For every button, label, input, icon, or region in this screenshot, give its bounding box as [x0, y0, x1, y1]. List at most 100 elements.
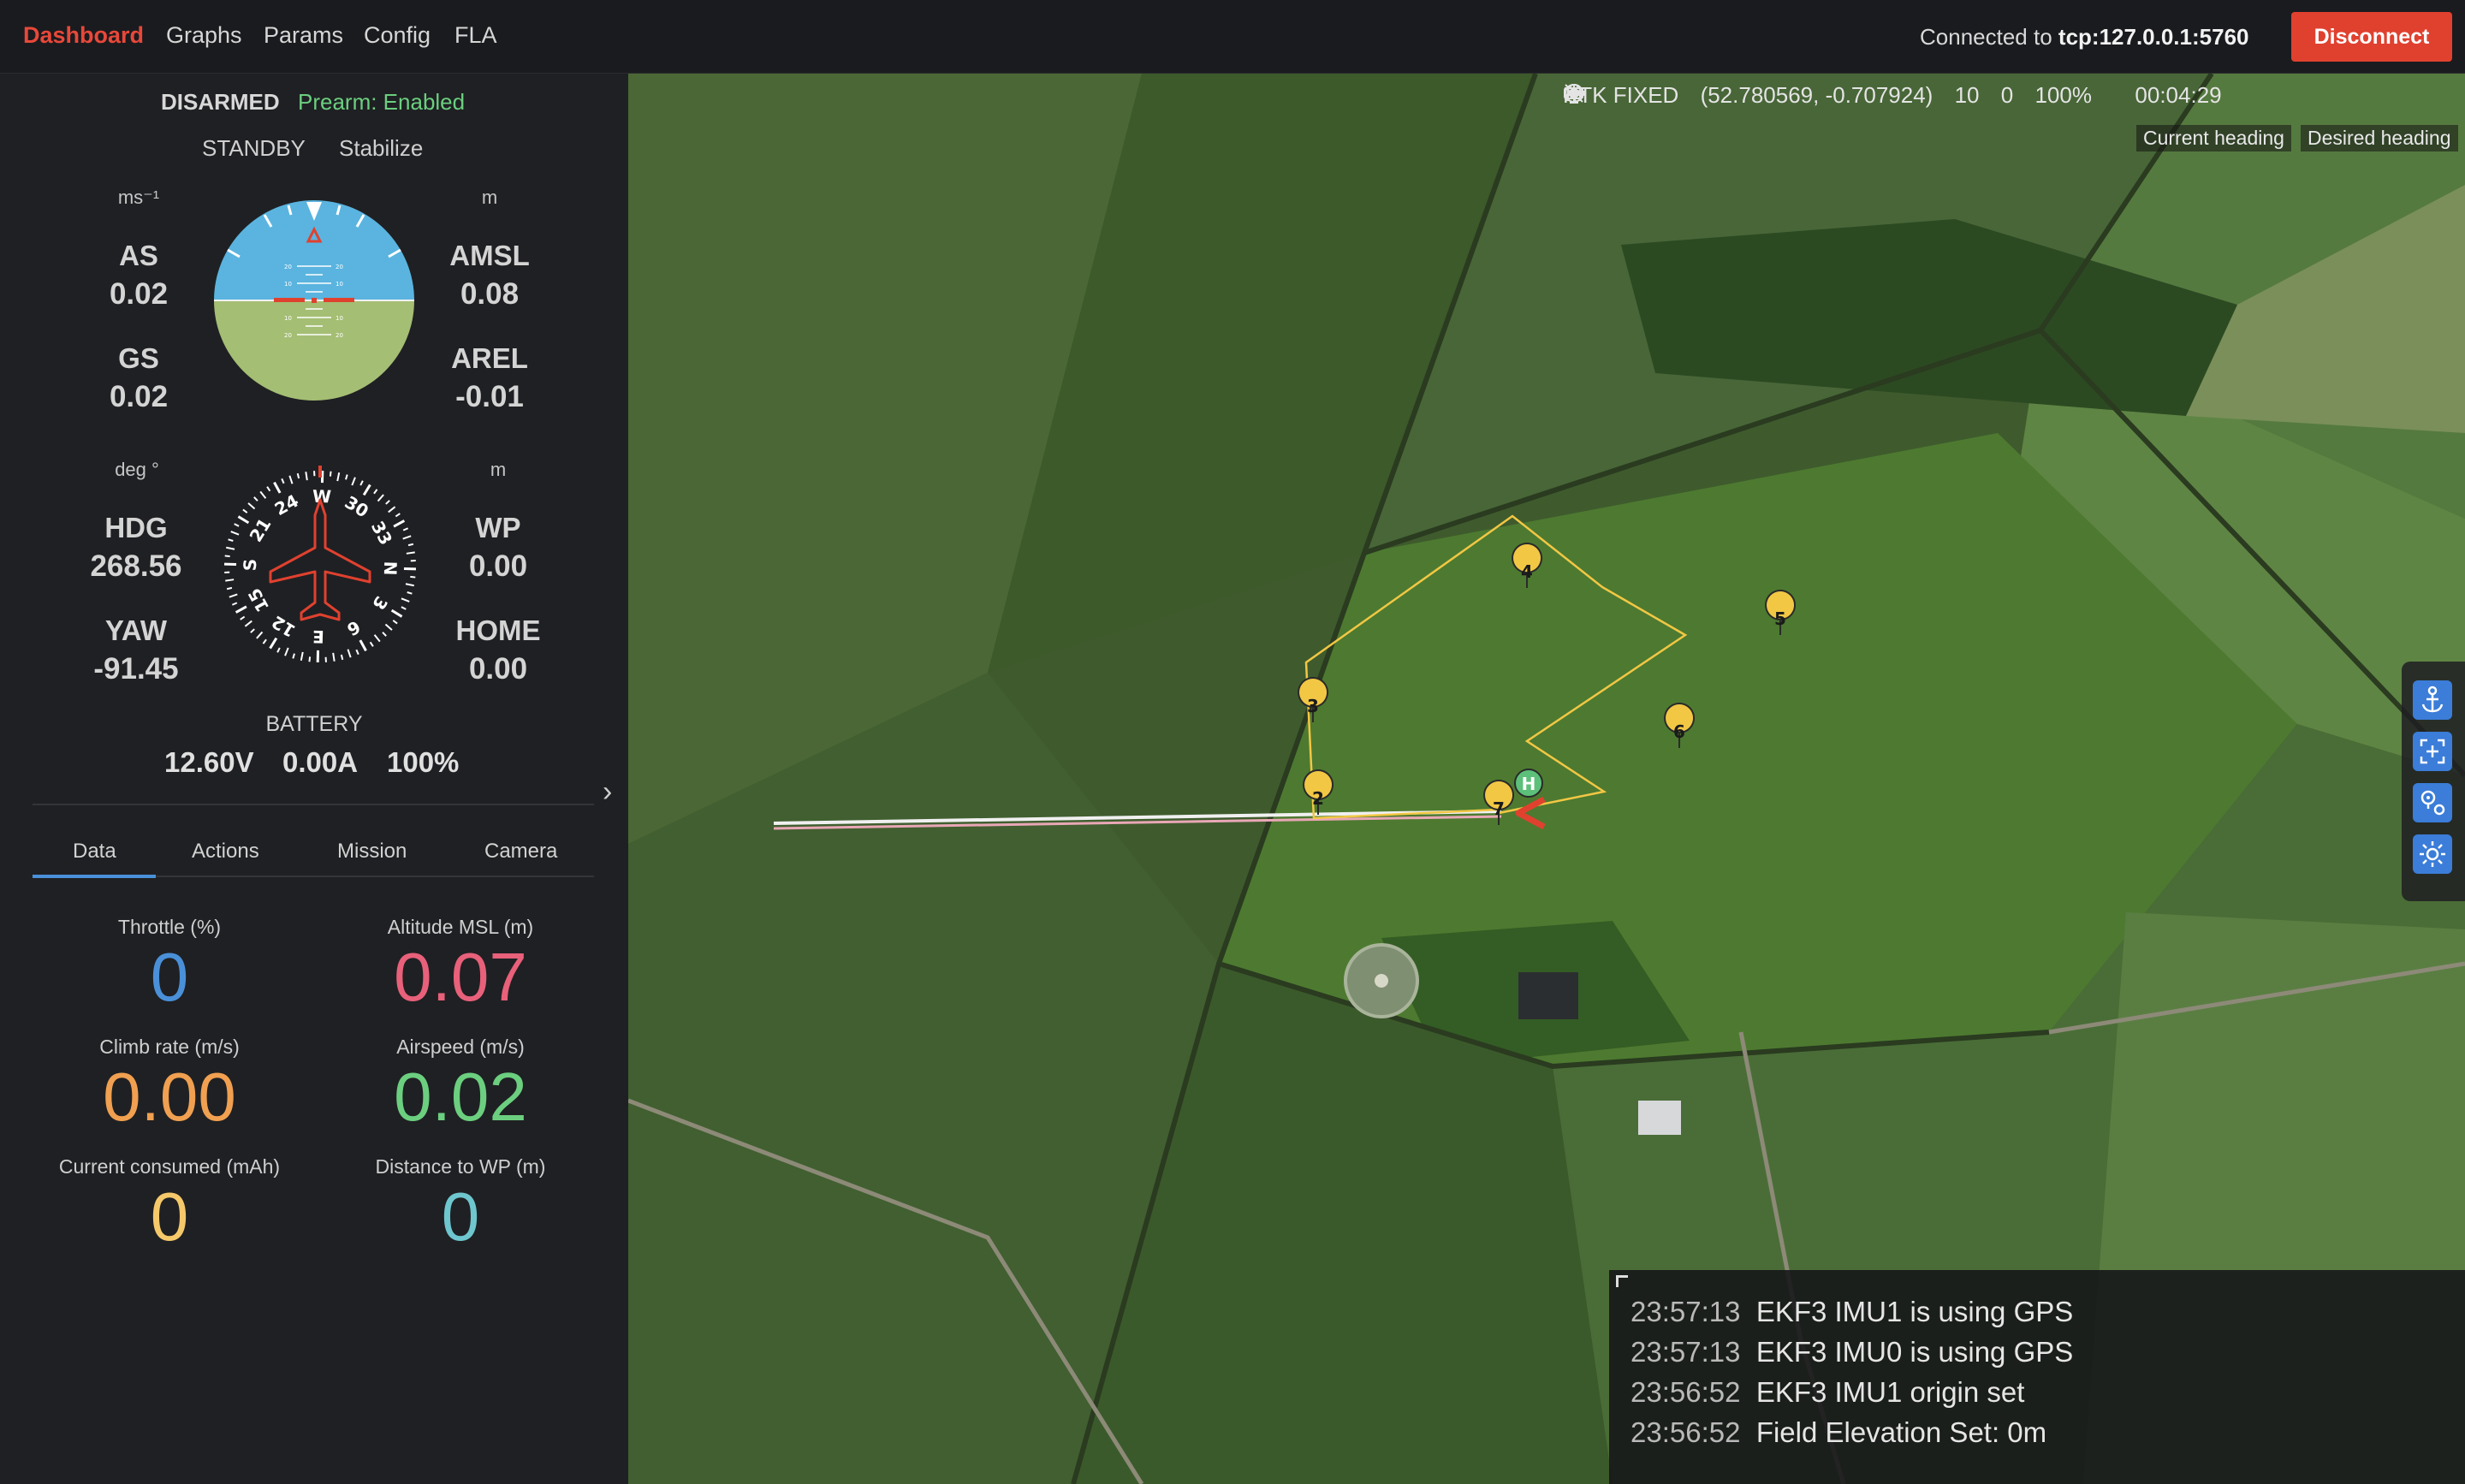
tab-active-indicator [33, 875, 156, 878]
log-text: EKF3 IMU1 is using GPS [1755, 1296, 2074, 1327]
clock-icon [1565, 84, 1583, 103]
waypoint-label: 5 [1774, 608, 1786, 629]
drone-locate-icon [2420, 841, 2445, 867]
arm-state: DISARMED [161, 89, 280, 115]
waypoint-label: 6 [1673, 721, 1685, 742]
satellites-status: 10 [1565, 82, 1980, 109]
climb-rate-value: 0.00 [103, 1059, 236, 1135]
center-map-button[interactable] [2413, 732, 2452, 771]
current-heading-legend: Current heading [2136, 125, 2291, 151]
compass-label: S [240, 558, 260, 571]
amsl-label: AMSL [449, 240, 530, 271]
connection-prefix: Connected to [1920, 24, 2052, 50]
climb-rate-label: Climb rate (m/s) [99, 1036, 240, 1058]
log-text: EKF3 IMU0 is using GPS [1755, 1336, 2074, 1368]
log-line: 23:57:13 EKF3 IMU1 is using GPS [1630, 1296, 2073, 1328]
gps-status-strip: RTK FIXED (52.780569, -0.707924) 10 0 10… [1563, 82, 2237, 116]
home-marker[interactable]: H [1514, 769, 1543, 798]
log-line: 23:57:13 EKF3 IMU0 is using GPS [1630, 1336, 2073, 1368]
resize-handle-icon[interactable] [1616, 1275, 1628, 1287]
throttle-label: Throttle (%) [117, 916, 222, 938]
svg-text:10: 10 [284, 281, 292, 288]
tab-data[interactable]: Data [73, 840, 116, 864]
nav-params[interactable]: Params [264, 22, 343, 49]
compass-tick [329, 471, 332, 477]
airspeed-label: Airspeed (m/s) [396, 1036, 525, 1058]
timer-text: 00:04:29 [2135, 82, 2222, 108]
log-time: 23:56:52 [1630, 1416, 1741, 1448]
svg-text:10: 10 [336, 315, 343, 322]
as-value: 0.02 [109, 277, 169, 311]
current-consumed-label: Current consumed (mAh) [58, 1155, 281, 1178]
compass-label: N [380, 561, 401, 575]
compass-tick [308, 656, 312, 662]
distance-to-wp-value: 0 [441, 1178, 480, 1255]
battery-status-text: 100% [2034, 82, 2092, 108]
log-text: Field Elevation Set: 0m [1755, 1416, 2047, 1448]
waypoint-pin-icon [2420, 790, 2445, 816]
alt-unit: m [481, 187, 498, 208]
tab-actions[interactable]: Actions [192, 840, 259, 864]
battery-label: BATTERY [265, 712, 363, 736]
disconnect-button[interactable]: Disconnect [2291, 12, 2452, 62]
locate-drone-button[interactable] [2413, 834, 2452, 874]
altitude-msl-value: 0.07 [394, 939, 527, 1015]
altitude-msl-label: Altitude MSL (m) [387, 916, 534, 938]
timer-status: 00:04:29 [1565, 82, 2222, 109]
yaw-label: YAW [104, 614, 168, 646]
throttle-value: 0 [150, 939, 189, 1015]
log-time: 23:56:52 [1630, 1376, 1741, 1408]
log-line: 23:56:52 EKF3 IMU1 origin set [1630, 1376, 2024, 1409]
compass-tick [226, 586, 233, 591]
svg-text:20: 20 [336, 332, 343, 339]
waypoint-pin-button[interactable] [2413, 783, 2452, 822]
connection-address: tcp:127.0.0.1:5760 [2058, 24, 2249, 50]
battery-voltage: 12.60V [164, 746, 254, 778]
waypoint-label: 2 [1312, 788, 1324, 809]
tab-mission[interactable]: Mission [337, 840, 407, 864]
signal-status: 0 [1566, 82, 2013, 109]
svg-text:20: 20 [284, 264, 292, 270]
divider [33, 804, 594, 805]
gs-value: 0.02 [109, 380, 169, 413]
battery-status: 100% [1564, 82, 2092, 109]
wp-label: WP [475, 512, 521, 543]
nav-graphs[interactable]: Graphs [166, 22, 242, 49]
compass-tick [296, 472, 300, 479]
connection-status: Connected to tcp:127.0.0.1:5760 [1920, 24, 2249, 50]
nav-config[interactable]: Config [364, 22, 431, 49]
map-tool-panel [2402, 662, 2465, 901]
arel-value: -0.01 [455, 380, 524, 413]
flight-mode: Stabilize [339, 135, 424, 161]
deg-unit: deg ° [115, 459, 159, 480]
nav-fla[interactable]: FLA [454, 22, 497, 49]
battery-percent: 100% [387, 746, 460, 778]
nav-dashboard[interactable]: Dashboard [23, 22, 144, 49]
log-time: 23:57:13 [1630, 1336, 1741, 1368]
compass-tick [407, 543, 414, 547]
compass-label: E [312, 626, 324, 647]
top-nav-bar: Dashboard Graphs Params Config FLA Conne… [0, 0, 2465, 74]
position-text: (52.780569, -0.707924) [1700, 82, 1933, 108]
position-status: (52.780569, -0.707924) [1565, 82, 1933, 109]
tab-camera[interactable]: Camera [484, 840, 557, 864]
distance-to-wp-label: Distance to WP (m) [375, 1155, 546, 1178]
dist-unit: m [490, 459, 507, 480]
anchor-button[interactable] [2413, 680, 2452, 720]
waypoint-label: 7 [1493, 798, 1505, 819]
collapse-chevron-icon[interactable]: › [603, 775, 612, 809]
airspeed-value: 0.02 [394, 1059, 527, 1135]
home-marker-label: H [1522, 774, 1536, 794]
wp-value: 0.00 [468, 549, 528, 583]
hdg-label: HDG [104, 512, 168, 543]
satellite-map[interactable]: 2 3 4 5 6 7 H RTK FIXED (52.780569, -0.7… [628, 74, 2465, 1484]
svg-text:10: 10 [336, 281, 343, 288]
home-value: 0.00 [468, 652, 528, 686]
desired-heading-legend: Desired heading [2301, 125, 2458, 151]
waypoint-label: 4 [1521, 561, 1533, 582]
anchor-icon [2421, 686, 2444, 713]
battery-current: 0.00A [282, 746, 359, 778]
as-label: AS [119, 240, 158, 271]
speed-unit: ms⁻¹ [117, 187, 160, 208]
message-console[interactable]: 23:57:13 EKF3 IMU1 is using GPS 23:57:13… [1609, 1270, 2465, 1484]
